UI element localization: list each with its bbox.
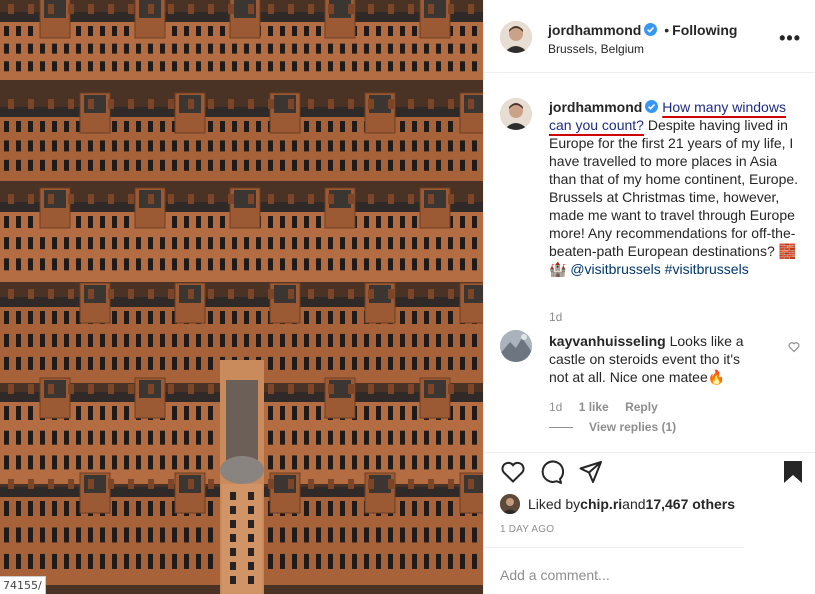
location-link[interactable]: Brussels, Belgium	[548, 42, 737, 56]
comments-section: jordhammond How many windows can you cou…	[484, 74, 815, 452]
caption-username[interactable]: jordhammond	[549, 99, 642, 115]
comment-age[interactable]: 1d	[549, 400, 562, 414]
following-button[interactable]: Following	[672, 22, 737, 38]
post-header: jordhammond • Following Brussels, Belgium…	[484, 0, 815, 73]
comment-box-divider	[484, 547, 744, 548]
comment-likes-count[interactable]: 1 like	[579, 400, 609, 414]
likes-others-count[interactable]: 17,467 others	[646, 496, 736, 512]
likes-summary: Liked by chip.ri and 17,467 others	[500, 492, 735, 516]
author-avatar[interactable]	[500, 21, 532, 53]
verified-badge-icon	[645, 99, 659, 113]
post-timestamp[interactable]: 1 DAY AGO	[500, 524, 554, 535]
comment-meta: 1d 1 like Reply	[549, 400, 671, 414]
share-paper-plane-icon[interactable]	[578, 459, 604, 485]
caption-text: jordhammond How many windows can you cou…	[549, 98, 801, 278]
commenter-avatar[interactable]	[500, 330, 532, 362]
save-bookmark-icon[interactable]	[780, 459, 806, 485]
liker-avatar[interactable]	[500, 494, 520, 514]
view-replies-label: View replies (1)	[589, 420, 677, 434]
caption-body: Despite having lived in Europe for the f…	[549, 117, 799, 277]
building-image	[0, 0, 483, 594]
hashtag-link[interactable]: #visitbrussels	[665, 261, 749, 277]
caption-author-avatar[interactable]	[500, 98, 532, 130]
comment-like-heart-icon[interactable]	[788, 340, 800, 353]
liker-username[interactable]: chip.ri	[580, 496, 622, 512]
comment-text: kayvanhuisseling Looks like a castle on …	[549, 332, 749, 386]
post-actions-bar	[484, 452, 815, 492]
verified-badge-icon	[644, 23, 658, 36]
add-comment-input[interactable]	[500, 560, 800, 590]
commenter-username[interactable]: kayvanhuisseling	[549, 333, 666, 349]
caption-timestamp[interactable]: 1d	[549, 310, 562, 324]
likes-prefix: Liked by	[528, 496, 581, 512]
reply-button[interactable]: Reply	[625, 400, 658, 414]
post-photo[interactable]: 74155/	[0, 0, 483, 594]
comment-bubble-icon[interactable]	[538, 459, 564, 485]
post-side-panel: jordhammond • Following Brussels, Belgium…	[483, 0, 815, 594]
replies-divider-line	[549, 427, 573, 429]
more-options-icon[interactable]: •••	[779, 28, 801, 49]
likes-mid: and	[622, 496, 646, 512]
mention-link[interactable]: @visitbrussels	[570, 261, 660, 277]
like-heart-icon[interactable]	[500, 459, 526, 485]
view-replies-button[interactable]: View replies (1)	[549, 420, 676, 434]
author-username[interactable]: jordhammond	[548, 22, 641, 38]
url-fragment: 74155/	[0, 576, 46, 594]
separator-dot: •	[664, 22, 670, 38]
